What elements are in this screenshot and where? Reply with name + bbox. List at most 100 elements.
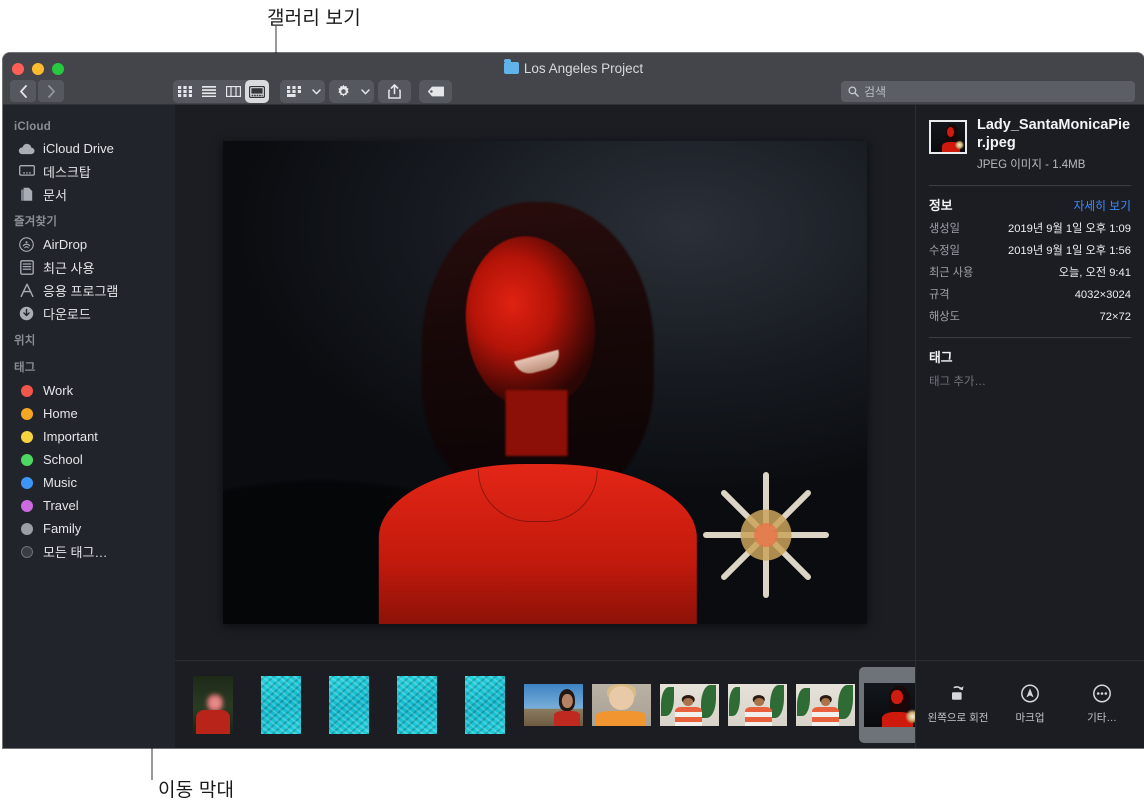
tag-group — [419, 80, 452, 103]
group-by-button[interactable] — [280, 80, 308, 103]
thumbnail-image — [659, 683, 719, 726]
sidebar-item-tag-important[interactable]: Important — [3, 425, 175, 448]
filmstrip-thumbnail[interactable] — [655, 667, 723, 743]
gallery-view-icon — [249, 85, 265, 98]
thumbnail-image — [591, 683, 651, 726]
content-area — [175, 105, 927, 748]
view-gallery-button[interactable] — [245, 80, 269, 103]
filmstrip-thumbnail[interactable] — [247, 667, 315, 743]
chevron-down-icon — [311, 88, 321, 94]
file-kind-size: JPEG 이미지 - 1.4MB — [977, 159, 1086, 172]
sidebar[interactable]: iCloud iCloud Drive 데스크탑 문서 즐겨찾기 AirDrop… — [3, 105, 175, 748]
all-tags-icon — [18, 545, 35, 558]
callout-gallery-view-leader — [275, 26, 277, 54]
rotate-left-button[interactable]: 왼쪽으로 회전 — [927, 684, 989, 725]
sidebar-item-airdrop[interactable]: AirDrop — [3, 233, 175, 256]
rotate-left-icon — [952, 686, 964, 700]
thumbnail-image — [863, 682, 923, 727]
filmstrip-thumbnail[interactable] — [791, 667, 859, 743]
tag-dot-icon — [18, 476, 35, 489]
tag-dot-icon — [18, 384, 35, 397]
sidebar-item-tag-music[interactable]: Music — [3, 471, 175, 494]
search-field[interactable]: 검색 — [841, 81, 1135, 102]
thumbnail-image — [523, 683, 583, 726]
desktop-icon — [18, 165, 35, 178]
filmstrip-thumbnail[interactable] — [519, 667, 587, 743]
thumbnail-image — [727, 683, 787, 726]
filmstrip-thumbnail[interactable] — [723, 667, 791, 743]
share-button[interactable] — [378, 80, 411, 103]
filmstrip-thumbnail[interactable] — [383, 667, 451, 743]
info-row-key: 규격 — [929, 289, 950, 302]
sidebar-item-documents[interactable]: 문서 — [3, 183, 175, 206]
info-row: 해상도 72×72 — [929, 308, 1131, 324]
sidebar-item-tag-family[interactable]: Family — [3, 517, 175, 540]
tag-button[interactable] — [419, 80, 452, 103]
sidebar-item-label: Travel — [43, 498, 79, 513]
action-label: 왼쪽으로 회전 — [927, 712, 989, 724]
sidebar-item-label: 모든 태그… — [43, 545, 108, 560]
info-row-key: 수정일 — [929, 245, 960, 258]
forward-button[interactable] — [38, 80, 64, 102]
show-more-link[interactable]: 자세히 보기 — [1073, 197, 1131, 214]
filmstrip-thumbnail[interactable] — [587, 667, 655, 743]
subject-shirt — [378, 464, 697, 624]
subject-collar — [477, 470, 598, 522]
more-icon — [1093, 684, 1111, 703]
sidebar-item-label: Important — [43, 429, 98, 444]
sidebar-item-icloud-drive[interactable]: iCloud Drive — [3, 137, 175, 160]
info-row-value: 2019년 9월 1일 오후 1:09 — [1007, 223, 1131, 236]
filmstrip-thumbnail[interactable] — [451, 667, 519, 743]
callout-scrubber: 이동 막대 — [158, 780, 235, 801]
sidebar-item-downloads[interactable]: 다운로드 — [3, 302, 175, 325]
tag-dot-icon — [18, 453, 35, 466]
sidebar-item-label: iCloud Drive — [43, 141, 114, 156]
sidebar-header-tags: 태그 — [14, 362, 36, 374]
sidebar-item-label: 최근 사용 — [43, 261, 95, 276]
sidebar-item-desktop[interactable]: 데스크탑 — [3, 160, 175, 183]
action-label: 마크업 — [1015, 712, 1045, 724]
recents-icon — [18, 260, 35, 275]
markup-button[interactable]: 마크업 — [999, 684, 1061, 725]
sidebar-item-label: AirDrop — [43, 237, 88, 252]
info-row-value: 4032×3024 — [1074, 289, 1131, 302]
folder-icon — [503, 59, 519, 74]
subject-smile — [513, 349, 563, 378]
list-view-icon — [202, 86, 216, 97]
sidebar-item-tag-travel[interactable]: Travel — [3, 494, 175, 517]
filmstrip-scrubber[interactable] — [175, 660, 927, 748]
sidebar-item-all-tags[interactable]: 모든 태그… — [3, 540, 175, 563]
info-section-header: 정보 자세히 보기 — [929, 195, 1131, 214]
sidebar-item-tag-school[interactable]: School — [3, 448, 175, 471]
filmstrip-thumbnail[interactable] — [179, 667, 247, 743]
action-menu-chevron[interactable] — [357, 88, 373, 95]
back-button[interactable] — [10, 80, 36, 102]
callout-gallery-view: 갤러리 보기 — [267, 8, 361, 29]
sidebar-item-tag-work[interactable]: Work — [3, 379, 175, 402]
thumbnail-image — [397, 675, 437, 734]
tag-dot-icon — [18, 522, 35, 535]
preview-image[interactable] — [223, 141, 867, 624]
group-by-chevron[interactable] — [308, 88, 324, 95]
more-button[interactable]: 기타… — [1071, 684, 1133, 725]
filmstrip-thumbnail[interactable] — [315, 667, 383, 743]
share-group — [378, 80, 411, 103]
preview-subject — [358, 194, 718, 624]
view-list-button[interactable] — [197, 80, 221, 103]
sidebar-header-favorites: 즐겨찾기 — [14, 216, 58, 228]
action-menu-button[interactable] — [329, 80, 357, 103]
sidebar-item-applications[interactable]: 응용 프로그램 — [3, 279, 175, 302]
view-icon-button[interactable] — [173, 80, 197, 103]
sidebar-item-label: 데스크탑 — [43, 165, 91, 180]
subject-neck — [505, 390, 568, 456]
tags-section-title: 태그 — [929, 350, 953, 366]
divider — [929, 337, 1131, 339]
info-row-key: 해상도 — [929, 311, 960, 324]
view-column-button[interactable] — [221, 80, 245, 103]
gear-icon — [337, 84, 349, 97]
sidebar-item-tag-home[interactable]: Home — [3, 402, 175, 425]
sidebar-item-label: Work — [43, 383, 74, 398]
info-row-value: 72×72 — [1099, 311, 1131, 324]
add-tag-field[interactable]: 태그 추가… — [929, 373, 1131, 389]
sidebar-item-recents[interactable]: 최근 사용 — [3, 256, 175, 279]
